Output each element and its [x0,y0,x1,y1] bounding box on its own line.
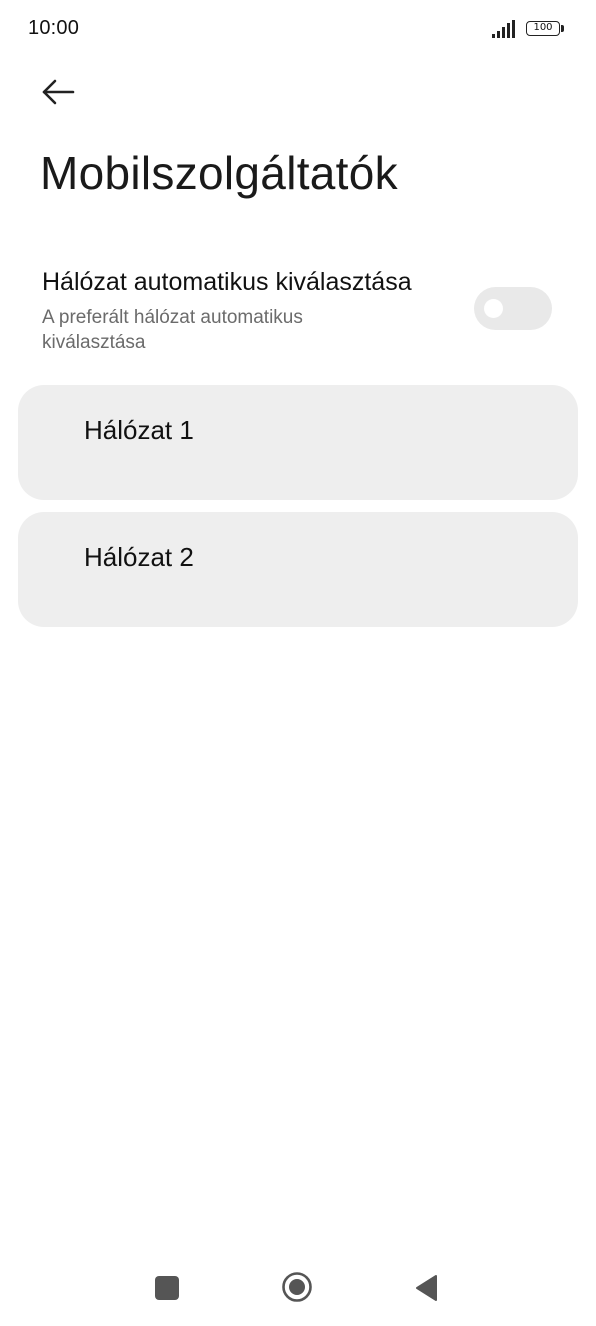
battery-icon: 100 [526,21,566,38]
network-item-2[interactable]: Hálózat 2 [18,512,578,627]
network-item-label: Hálózat 1 [84,415,194,445]
toggle-knob [484,299,503,318]
status-bar: 10:00 100 [0,0,596,60]
navigation-bar [0,1250,596,1326]
status-time: 10:00 [28,17,80,39]
home-icon[interactable] [281,1271,313,1303]
auto-network-selection-title: Hálózat automatikus kiválasztása [42,268,412,296]
signal-icon [492,20,515,38]
auto-network-selection-toggle[interactable] [474,287,552,330]
arrow-left-icon [42,79,75,105]
recent-apps-icon[interactable] [155,1276,179,1300]
network-item-1[interactable]: Hálózat 1 [18,385,578,500]
page-title: Mobilszolgáltatók [40,147,398,199]
battery-level: 100 [526,21,560,36]
auto-network-selection-row[interactable]: Hálózat automatikus kiválasztása A prefe… [0,258,596,362]
back-triangle-icon[interactable] [414,1274,440,1302]
network-item-label: Hálózat 2 [84,542,194,572]
back-button[interactable] [30,70,90,114]
auto-network-selection-subtitle: A preferált hálózat automatikus kiválasz… [42,307,303,353]
